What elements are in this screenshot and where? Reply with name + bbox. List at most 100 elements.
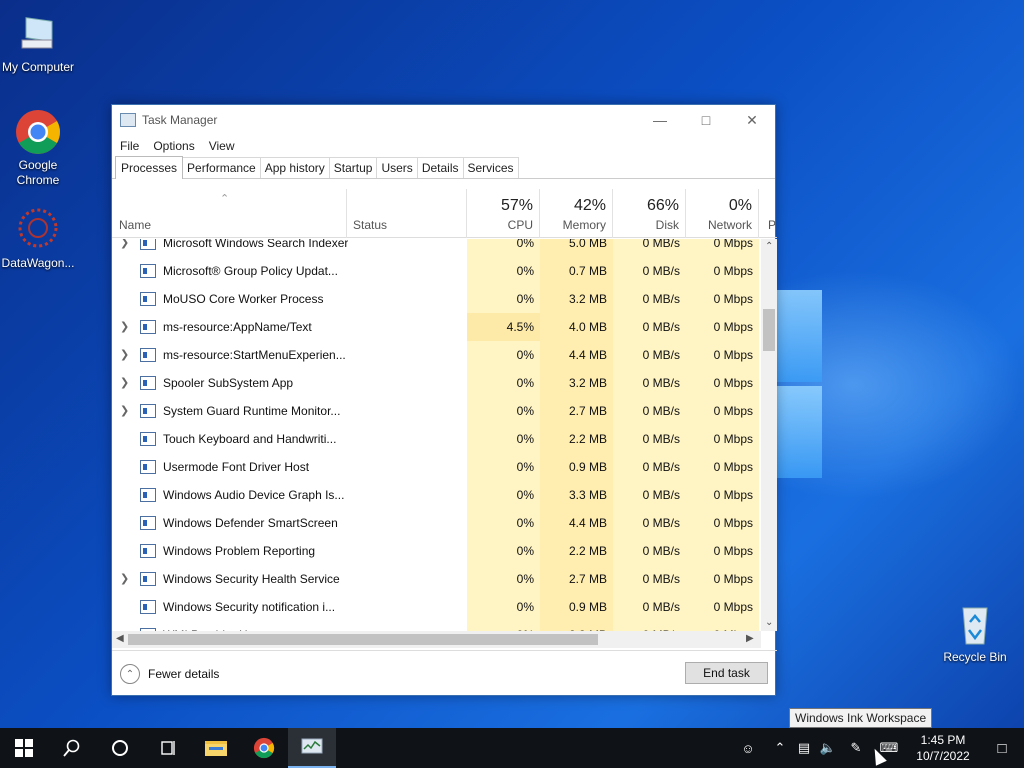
cpu-cell: 0%	[467, 593, 540, 621]
taskbar-chrome[interactable]	[240, 728, 288, 768]
expand-chevron-icon[interactable]: ❯	[120, 320, 129, 333]
task-view-button[interactable]	[144, 728, 192, 768]
desktop-icon-label: My Computer	[1, 60, 75, 74]
table-row[interactable]: ❯ Spooler SubSystem App 0% 3.2 MB 0 MB/s 0 Mb…	[112, 369, 761, 397]
tab-performance[interactable]: Performance	[182, 157, 261, 178]
network-icon[interactable]: ▤	[792, 740, 816, 756]
people-icon[interactable]: ☺	[736, 741, 760, 756]
process-icon	[140, 264, 156, 278]
cortana-button[interactable]	[96, 728, 144, 768]
network-cell: 0 Mbps	[686, 313, 759, 341]
process-icon	[140, 376, 156, 390]
scroll-left-icon[interactable]: ◀	[116, 633, 124, 644]
horizontal-scrollbar[interactable]: ◀ ▶	[112, 631, 761, 648]
horizontal-scroll-thumb[interactable]	[128, 634, 598, 645]
tab-bar: Processes Performance App history Startu…	[112, 156, 775, 179]
clock-time: 1:45 PM	[920, 733, 966, 747]
table-row[interactable]: ❯ ms-resource:AppName/Text 4.5% 4.0 MB 0 MB/…	[112, 313, 761, 341]
volume-icon[interactable]: 🔈	[816, 740, 840, 756]
process-name: Windows Security Health Service	[163, 572, 340, 586]
menu-file[interactable]: File	[120, 139, 139, 153]
table-row[interactable]: WMI Provider Host0%2.3 MB0 MB/s0 Mbps	[112, 621, 761, 631]
tab-processes[interactable]: Processes	[115, 156, 184, 179]
network-label: Network	[707, 218, 752, 232]
taskbar-task-manager[interactable]	[288, 728, 336, 768]
notification-center-icon[interactable]: □	[980, 740, 1024, 757]
tab-startup[interactable]: Startup	[328, 157, 378, 178]
maximize-button[interactable]: □	[683, 105, 729, 135]
footer: ⌃ Fewer details End task	[112, 650, 777, 697]
disk-cell: 0 MB/s	[613, 257, 686, 285]
desktop-icon-google-chrome[interactable]: Google Chrome	[0, 108, 76, 188]
cpu-cell: 0%	[467, 397, 540, 425]
vertical-scroll-thumb[interactable]	[763, 309, 775, 351]
tab-services[interactable]: Services	[462, 157, 519, 178]
expand-chevron-icon[interactable]: ❯	[120, 348, 129, 361]
desktop-icon-recycle-bin[interactable]: Recycle Bin	[937, 600, 1013, 665]
desktop-icon-my-computer[interactable]: My Computer	[0, 10, 76, 75]
memory-cell: 3.2 MB	[540, 369, 613, 397]
column-header-memory[interactable]: 42% Memory	[540, 189, 613, 238]
table-row[interactable]: ❯ Windows Security Health Service 0% 2.7 MB…	[112, 565, 761, 593]
table-row[interactable]: ❯ Microsoft Windows Search Indexer 0% 5.0 M…	[112, 239, 761, 257]
disk-cell: 0 MB/s	[613, 239, 686, 257]
process-icon	[140, 432, 156, 446]
cpu-cell: 0%	[467, 285, 540, 313]
network-cell: 0 Mbps	[686, 285, 759, 313]
column-header-cpu[interactable]: 57% CPU	[467, 189, 540, 238]
column-header-name[interactable]: ⌃ Name	[112, 189, 347, 238]
table-row[interactable]: Windows Defender SmartScreen 0% 4.4 MB 0 MB…	[112, 509, 761, 537]
column-header-network[interactable]: 0% Network	[686, 189, 759, 238]
column-header-disk[interactable]: 66% Disk	[613, 189, 686, 238]
network-cell: 0 Mbps	[686, 257, 759, 285]
expand-chevron-icon[interactable]: ❯	[120, 239, 129, 249]
table-row[interactable]: Microsoft® Group Policy Updat... 0% 0.7 MB…	[112, 257, 761, 285]
scroll-down-icon[interactable]: ⌄	[765, 617, 773, 628]
memory-cell: 3.2 MB	[540, 285, 613, 313]
vertical-scrollbar[interactable]: ⌃ ⌄	[761, 239, 777, 631]
table-row[interactable]: Usermode Font Driver Host 0% 0.9 MB 0 MB/s 0…	[112, 453, 761, 481]
memory-cell: 4.4 MB	[540, 341, 613, 369]
table-row[interactable]: ❯ System Guard Runtime Monitor... 0% 2.7 MB…	[112, 397, 761, 425]
menu-view[interactable]: View	[209, 139, 235, 153]
menu-bar: File Options View	[112, 135, 775, 157]
table-row[interactable]: Windows Security notification i... 0% 0.9 …	[112, 593, 761, 621]
desktop-icon-datawagon[interactable]: DataWagon...	[0, 206, 76, 271]
expand-chevron-icon[interactable]: ❯	[120, 572, 129, 585]
close-button[interactable]: ✕	[729, 105, 775, 135]
process-name: ms-resource:StartMenuExperien...	[163, 348, 346, 362]
tab-app-history[interactable]: App history	[259, 157, 330, 178]
disk-cell: 0 MB/s	[613, 593, 686, 621]
search-button[interactable]	[48, 728, 96, 768]
table-row[interactable]: Touch Keyboard and Handwriti... 0% 2.2 MB 0…	[112, 425, 761, 453]
process-icon	[140, 572, 156, 586]
process-name: System Guard Runtime Monitor...	[163, 404, 341, 418]
end-task-button[interactable]: End task	[685, 662, 768, 684]
show-hidden-icons-icon[interactable]: ⌃	[768, 740, 792, 756]
windows-ink-icon[interactable]: ✎	[840, 740, 872, 756]
column-header-power[interactable]: P	[759, 189, 777, 238]
clock[interactable]: 1:45 PM 10/7/2022	[906, 732, 980, 764]
minimize-button[interactable]: —	[637, 105, 683, 135]
menu-options[interactable]: Options	[153, 139, 194, 153]
memory-cell: 2.2 MB	[540, 537, 613, 565]
table-row[interactable]: Windows Audio Device Graph Is... 0% 3.3 MB…	[112, 481, 761, 509]
start-button[interactable]	[0, 728, 48, 768]
fewer-details-button[interactable]: ⌃ Fewer details	[120, 664, 219, 684]
memory-cell: 0.9 MB	[540, 593, 613, 621]
fewer-details-label: Fewer details	[148, 667, 220, 681]
scroll-right-icon[interactable]: ▶	[746, 633, 754, 644]
table-row[interactable]: ❯ ms-resource:StartMenuExperien... 0% 4.4 M…	[112, 341, 761, 369]
table-row[interactable]: Windows Problem Reporting 0% 2.2 MB 0 MB/s 0…	[112, 537, 761, 565]
network-cell: 0 Mbps	[686, 565, 759, 593]
column-header-status[interactable]: Status	[347, 189, 467, 238]
tab-details[interactable]: Details	[416, 157, 464, 178]
network-cell: 0 Mbps	[686, 239, 759, 257]
title-bar[interactable]: Task Manager — □ ✕	[112, 105, 775, 135]
taskbar-file-explorer[interactable]	[192, 728, 240, 768]
tab-users[interactable]: Users	[376, 157, 418, 178]
table-row[interactable]: MoUSO Core Worker Process 0% 3.2 MB 0 MB/s 0…	[112, 285, 761, 313]
expand-chevron-icon[interactable]: ❯	[120, 376, 129, 389]
expand-chevron-icon[interactable]: ❯	[120, 404, 129, 417]
scroll-up-icon[interactable]: ⌃	[765, 241, 773, 252]
